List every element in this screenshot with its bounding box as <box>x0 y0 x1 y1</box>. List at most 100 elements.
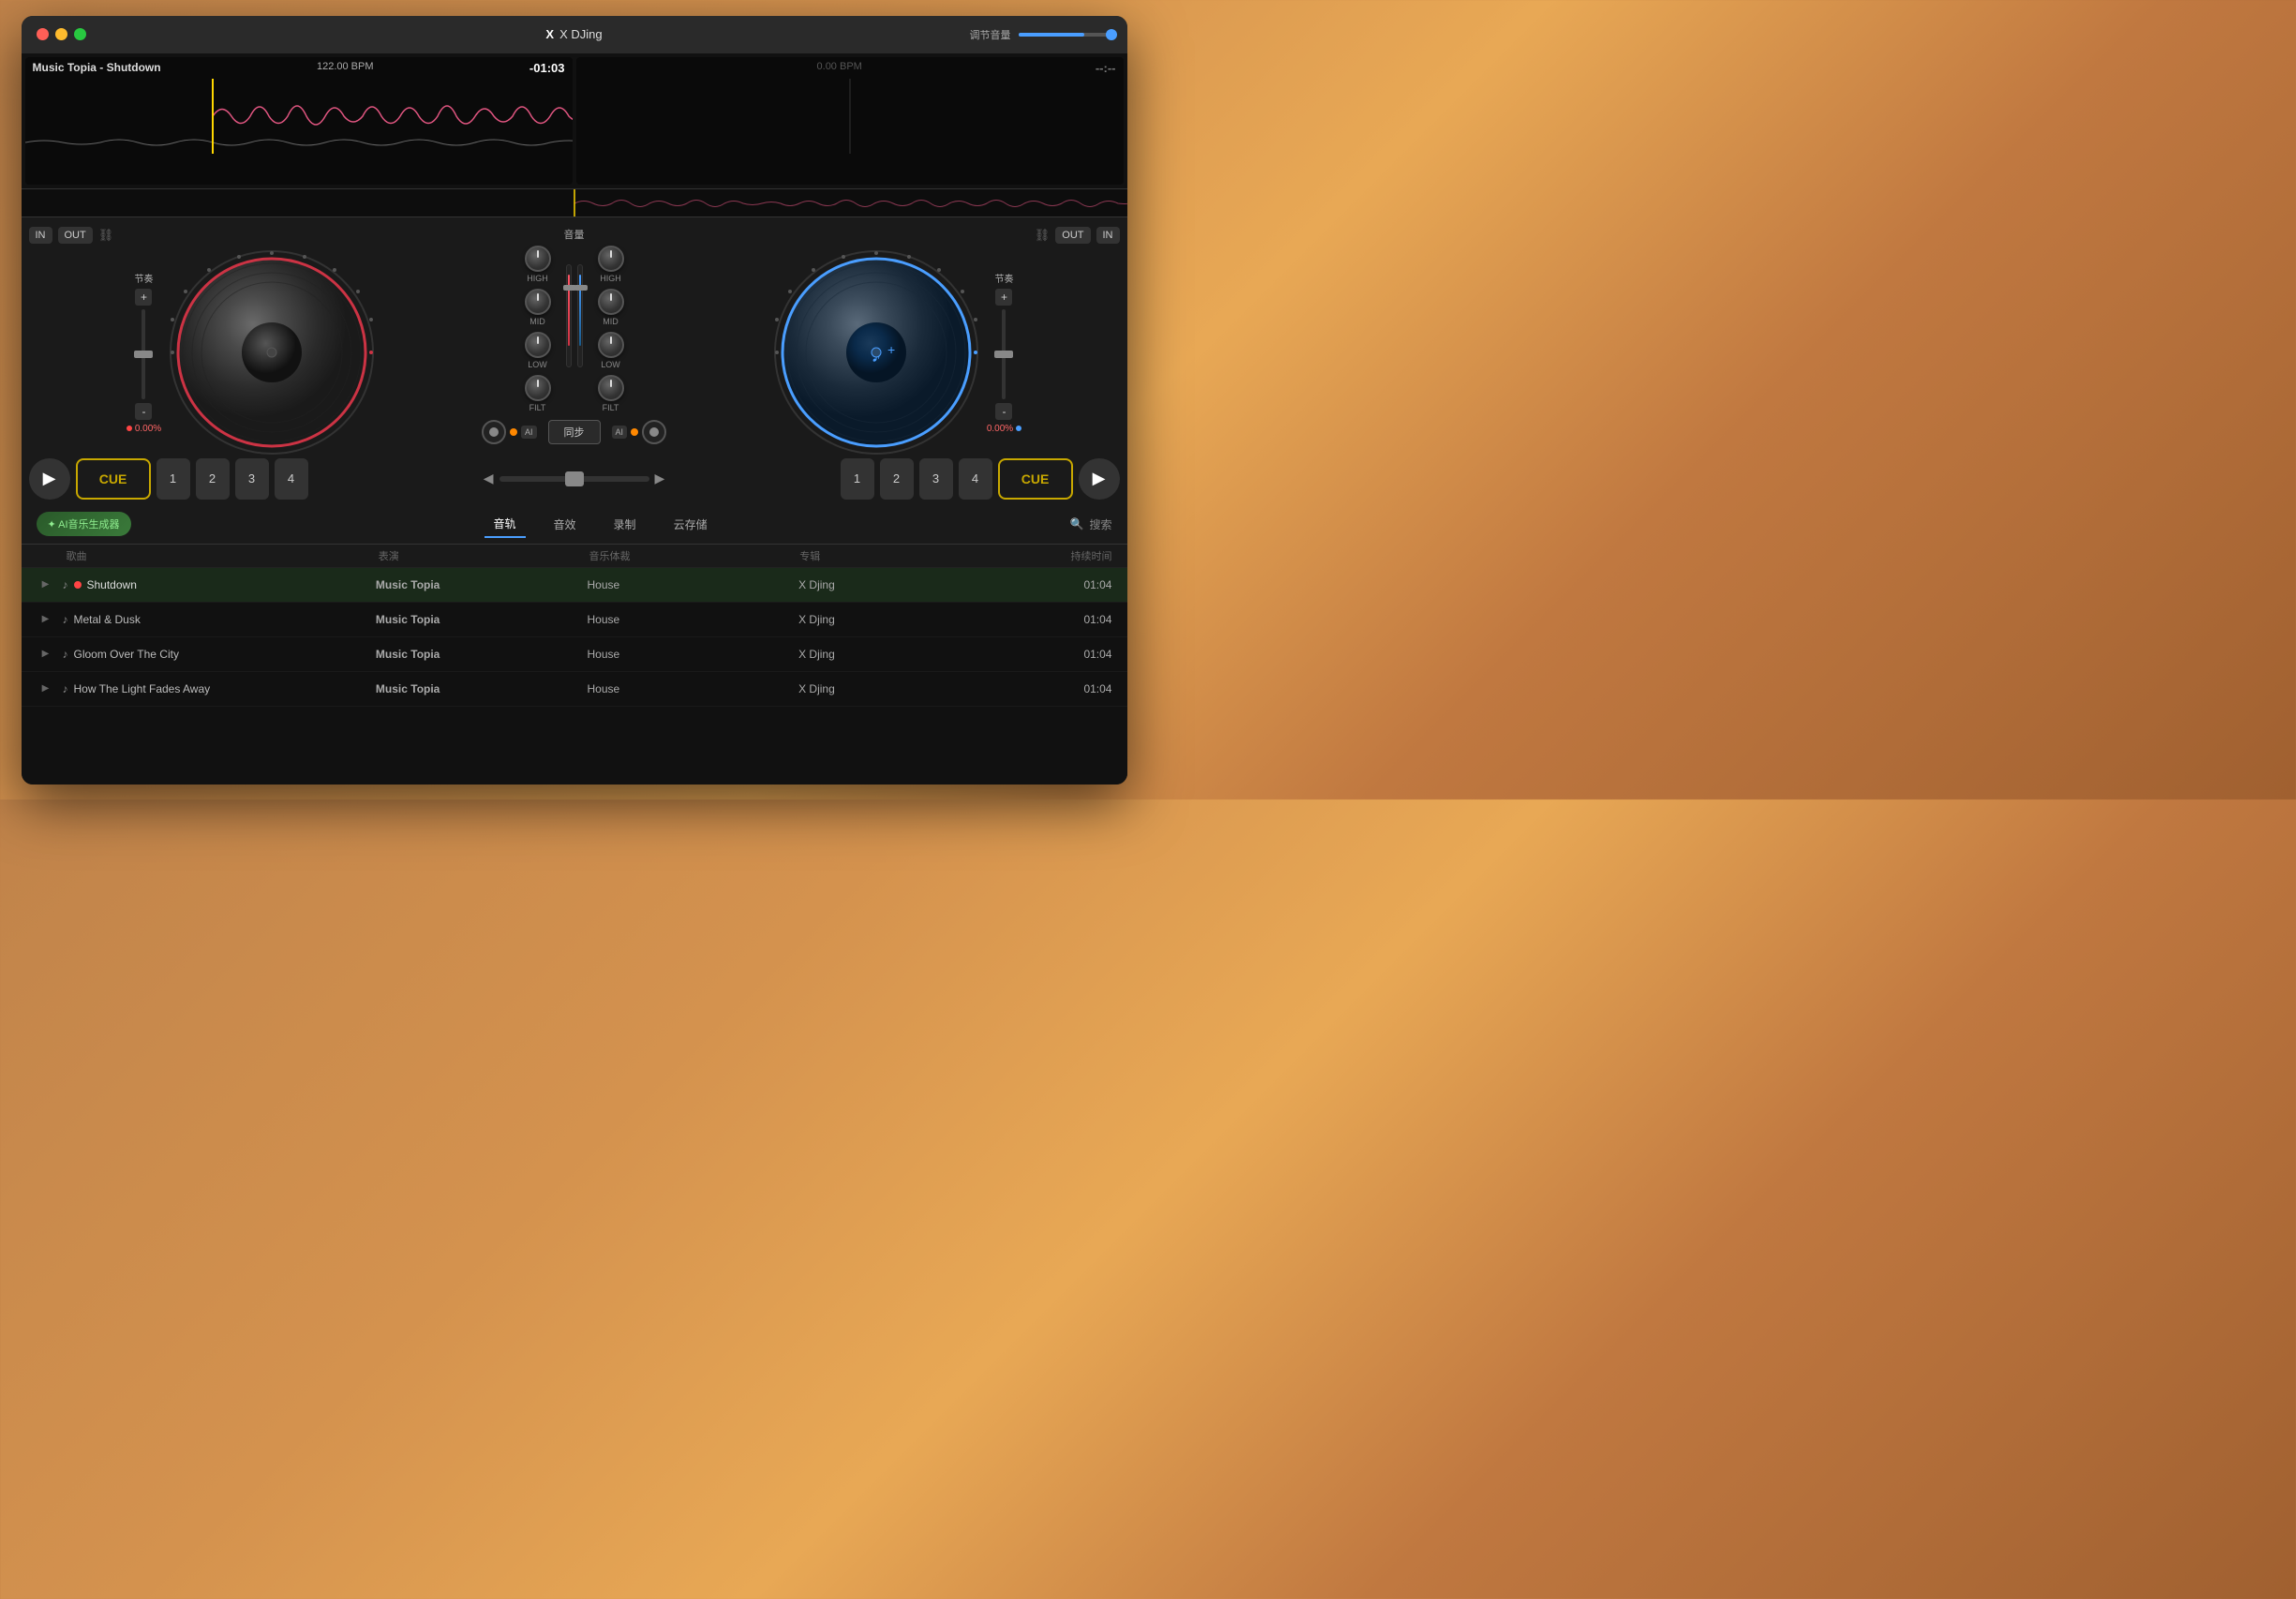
col-header-duration: 持续时间 <box>1010 548 1111 563</box>
center-mixer: 音量 HIGH MID LOW <box>481 227 668 443</box>
maximize-button[interactable] <box>74 28 86 40</box>
overview-strip[interactable] <box>22 189 1127 217</box>
track-name-3: ♪ How The Light Fades Away <box>63 682 368 695</box>
track-album-3: X Djing <box>798 682 1003 695</box>
track-name-0: ♪ Shutdown <box>63 578 368 591</box>
track-album-0: X Djing <box>798 578 1003 591</box>
right-hotcue-4[interactable]: 4 <box>959 458 992 500</box>
tab-tracks[interactable]: 音轨 <box>485 511 526 538</box>
track-play-btn-1[interactable]: ▶ <box>37 610 55 629</box>
left-track-title: Music Topia - Shutdown <box>33 61 161 75</box>
library-column-headers: 歌曲 表演 音乐体裁 专辑 持续时间 <box>22 545 1127 568</box>
track-row[interactable]: ▶ ♪ Gloom Over The City Music Topia Hous… <box>22 637 1127 672</box>
right-hotcue-1[interactable]: 1 <box>841 458 874 500</box>
close-button[interactable] <box>37 28 49 40</box>
right-link-icon: ⛓ <box>1035 228 1051 243</box>
tab-cloud[interactable]: 云存储 <box>664 512 717 537</box>
left-tempo-section: 节奏 + - 0.00% <box>127 271 161 434</box>
tab-effects[interactable]: 音效 <box>544 512 586 537</box>
track-duration-3: 01:04 <box>1010 682 1112 695</box>
left-link-icon: ⛓ <box>98 228 114 243</box>
sync-button[interactable]: 同步 <box>548 420 601 444</box>
left-out-button[interactable]: OUT <box>58 227 93 244</box>
dj-controls: IN OUT ⛓ 节奏 + - 0.0 <box>22 217 1127 453</box>
right-filt-knob[interactable] <box>598 375 624 401</box>
right-tempo-value: 0.00% <box>987 424 1013 434</box>
right-ai-label: AI <box>612 426 628 439</box>
track-duration-2: 01:04 <box>1010 648 1112 661</box>
crossfader-left-arrow[interactable]: ◀ <box>484 471 494 486</box>
volume-control: 调节音量 <box>970 27 1112 42</box>
left-turntable[interactable] <box>169 249 375 456</box>
left-tempo-track[interactable] <box>142 309 145 399</box>
right-tempo-plus[interactable]: + <box>995 289 1012 306</box>
right-time: --:-- <box>1096 61 1116 75</box>
left-play-button[interactable]: ▶ <box>29 458 70 500</box>
left-hotcue-1[interactable]: 1 <box>157 458 190 500</box>
col-header-song: 歌曲 <box>67 548 371 563</box>
right-hotcue-2[interactable]: 2 <box>880 458 914 500</box>
left-volume-fader[interactable] <box>566 264 572 367</box>
track-row[interactable]: ▶ ♪ Metal & Dusk Music Topia House X Dji… <box>22 603 1127 637</box>
left-hotcue-4[interactable]: 4 <box>275 458 308 500</box>
left-high-knob[interactable] <box>525 246 551 272</box>
left-time: -01:03 <box>529 61 565 75</box>
track-genre-1: House <box>588 613 792 626</box>
app-window: X X DJing 调节音量 Music Topia - Shutdown 12… <box>22 16 1127 785</box>
track-play-btn-3[interactable]: ▶ <box>37 680 55 698</box>
right-hotcue-3[interactable]: 3 <box>919 458 953 500</box>
left-hotcue-3[interactable]: 3 <box>235 458 269 500</box>
right-waveform[interactable]: 0.00 BPM --:-- <box>576 57 1124 185</box>
minimize-button[interactable] <box>55 28 67 40</box>
left-filt-knob[interactable] <box>525 375 551 401</box>
right-tempo-track[interactable] <box>1002 309 1006 399</box>
active-dot <box>74 581 82 589</box>
ai-music-generator-button[interactable]: ✦ AI音乐生成器 <box>37 512 131 536</box>
play-row: ▶ CUE 1 2 3 4 ◀ ▶ 1 2 3 4 CUE ▶ <box>22 453 1127 505</box>
track-icon: ♪ <box>63 578 68 591</box>
track-duration-0: 01:04 <box>1010 578 1112 591</box>
volume-slider[interactable] <box>1019 33 1112 37</box>
left-waveform[interactable]: Music Topia - Shutdown 122.00 BPM -01:03 <box>25 57 573 185</box>
right-turntable[interactable]: ♪ + <box>773 249 979 456</box>
left-cue-button[interactable]: CUE <box>76 458 151 500</box>
right-in-button[interactable]: IN <box>1096 227 1120 244</box>
right-play-button[interactable]: ▶ <box>1079 458 1120 500</box>
track-play-btn-2[interactable]: ▶ <box>37 645 55 664</box>
crossfader-right-arrow[interactable]: ▶ <box>655 471 665 486</box>
track-name-2: ♪ Gloom Over The City <box>63 648 368 661</box>
track-play-btn-0[interactable]: ▶ <box>37 575 55 594</box>
crossfader[interactable] <box>499 476 649 482</box>
right-out-button[interactable]: OUT <box>1055 227 1090 244</box>
svg-text:+: + <box>887 342 895 357</box>
right-high-knob[interactable] <box>598 246 624 272</box>
right-mid-knob[interactable] <box>598 289 624 315</box>
search-area: 🔍 搜索 <box>1070 516 1112 532</box>
left-in-button[interactable]: IN <box>29 227 52 244</box>
col-header-genre: 音乐体裁 <box>589 548 793 563</box>
track-row[interactable]: ▶ ♪ How The Light Fades Away Music Topia… <box>22 672 1127 707</box>
tab-record[interactable]: 录制 <box>604 512 646 537</box>
left-bpm: 122.00 BPM <box>317 61 374 75</box>
right-low-knob[interactable] <box>598 332 624 358</box>
left-tempo-plus[interactable]: + <box>135 289 152 306</box>
col-header-artist: 表演 <box>379 548 582 563</box>
right-record-btn[interactable] <box>642 420 666 444</box>
track-artist-0: Music Topia <box>376 578 580 591</box>
waveform-area: Music Topia - Shutdown 122.00 BPM -01:03 <box>22 53 1127 189</box>
track-icon: ♪ <box>63 648 68 661</box>
title-bar: X X DJing 调节音量 <box>22 16 1127 53</box>
right-cue-button[interactable]: CUE <box>998 458 1073 500</box>
library-toolbar: ✦ AI音乐生成器 音轨 音效 录制 云存储 🔍 搜索 <box>22 505 1127 545</box>
track-row[interactable]: ▶ ♪ Shutdown Music Topia House X Djing 0… <box>22 568 1127 603</box>
right-tempo-minus[interactable]: - <box>995 403 1012 420</box>
left-mid-knob[interactable] <box>525 289 551 315</box>
col-header-album: 专辑 <box>799 548 1003 563</box>
right-volume-fader[interactable] <box>577 264 583 367</box>
left-hotcue-2[interactable]: 2 <box>196 458 230 500</box>
left-record-btn[interactable] <box>482 420 506 444</box>
left-tempo-value: 0.00% <box>135 424 161 434</box>
left-low-knob[interactable] <box>525 332 551 358</box>
track-duration-1: 01:04 <box>1010 613 1112 626</box>
left-tempo-minus[interactable]: - <box>135 403 152 420</box>
